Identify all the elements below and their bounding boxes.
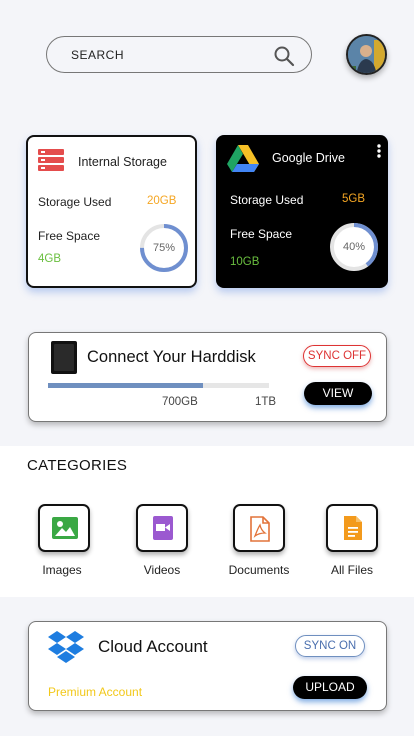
search-icon[interactable] bbox=[273, 45, 295, 67]
video-icon bbox=[153, 516, 173, 540]
categories-heading: CATEGORIES bbox=[27, 457, 128, 474]
upload-button[interactable]: UPLOAD bbox=[293, 676, 367, 699]
internal-storage-card[interactable]: Internal Storage Storage Used 20GB Free … bbox=[26, 135, 197, 288]
category-all-files-label: All Files bbox=[330, 563, 373, 577]
usage-percent: 75% bbox=[152, 242, 176, 254]
storage-used-value: 5GB bbox=[342, 193, 366, 205]
cloud-account-card: Cloud Account Premium Account SYNC ON UP… bbox=[28, 621, 387, 711]
more-vertical-icon[interactable] bbox=[377, 144, 381, 158]
category-documents-label: Documents bbox=[228, 563, 290, 577]
sync-off-button[interactable]: SYNC OFF bbox=[303, 345, 371, 367]
category-documents[interactable] bbox=[233, 504, 285, 552]
harddisk-title: Connect Your Harddisk bbox=[87, 348, 256, 366]
search-placeholder: SEARCH bbox=[71, 48, 125, 62]
storage-used-label: Storage Used bbox=[230, 193, 304, 207]
used-capacity-label: 700GB bbox=[162, 396, 198, 408]
storage-progress-fill bbox=[48, 383, 203, 388]
free-space-value: 10GB bbox=[230, 256, 260, 268]
usage-ring: 75% bbox=[139, 223, 189, 273]
sync-on-button[interactable]: SYNC ON bbox=[295, 635, 365, 657]
image-icon bbox=[52, 517, 78, 539]
avatar[interactable] bbox=[346, 34, 387, 75]
server-icon bbox=[38, 149, 64, 171]
category-videos-label: Videos bbox=[143, 563, 181, 577]
pdf-icon bbox=[250, 516, 270, 542]
free-space-label: Free Space bbox=[38, 229, 101, 243]
internal-storage-title: Internal Storage bbox=[78, 155, 167, 169]
harddisk-card: Connect Your Harddisk 700GB 1TB SYNC OFF… bbox=[28, 332, 387, 422]
categories-section: CATEGORIES Images Videos Documents All F… bbox=[0, 446, 414, 597]
storage-used-label: Storage Used bbox=[38, 195, 112, 209]
plan-label: Premium Account bbox=[48, 685, 143, 699]
usage-ring: 40% bbox=[329, 222, 379, 272]
category-images-label: Images bbox=[42, 563, 82, 577]
free-space-value: 4GB bbox=[38, 253, 62, 265]
total-capacity-label: 1TB bbox=[255, 396, 277, 408]
google-drive-card[interactable]: Google Drive Storage Used 5GB Free Space… bbox=[216, 135, 388, 288]
category-all-files[interactable] bbox=[326, 504, 378, 552]
file-icon bbox=[344, 516, 362, 540]
category-videos[interactable] bbox=[136, 504, 188, 552]
google-drive-title: Google Drive bbox=[272, 151, 345, 165]
category-images[interactable] bbox=[38, 504, 90, 552]
harddisk-icon bbox=[51, 341, 77, 374]
free-space-label: Free Space bbox=[230, 227, 293, 241]
view-button[interactable]: VIEW bbox=[304, 382, 372, 405]
search-bar[interactable]: SEARCH bbox=[46, 36, 312, 73]
storage-progress-bar bbox=[48, 383, 269, 388]
cloud-account-title: Cloud Account bbox=[98, 637, 208, 656]
dropbox-icon bbox=[48, 631, 84, 663]
usage-percent: 40% bbox=[342, 241, 366, 253]
storage-used-value: 20GB bbox=[147, 195, 177, 207]
google-drive-icon bbox=[227, 145, 259, 172]
